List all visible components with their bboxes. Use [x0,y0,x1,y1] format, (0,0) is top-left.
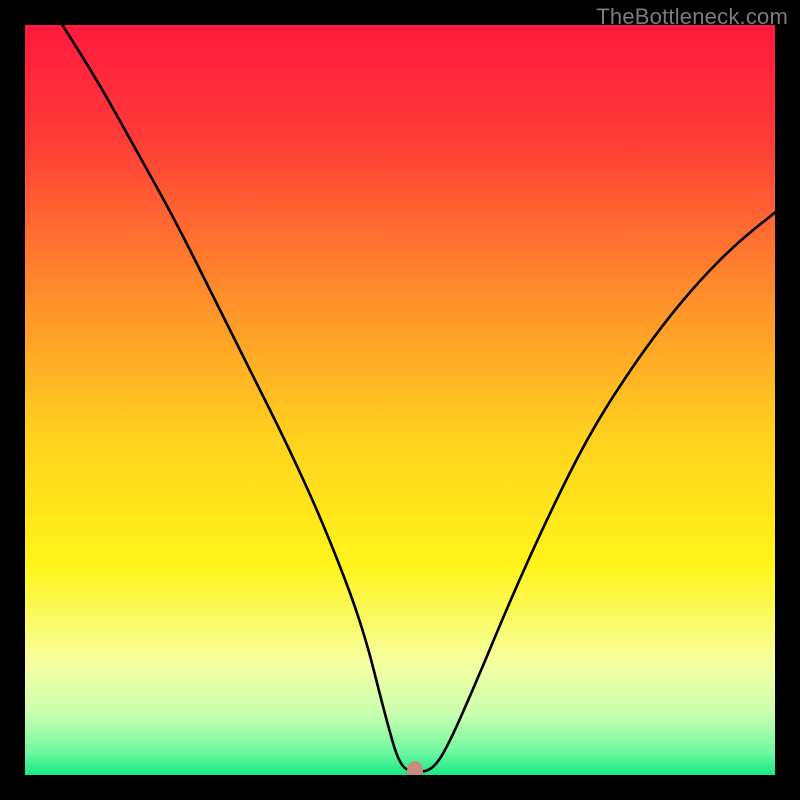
plot-area [25,25,775,775]
chart-frame: TheBottleneck.com [0,0,800,800]
watermark-text: TheBottleneck.com [596,4,788,30]
bottleneck-curve [25,25,775,775]
optimal-point-marker [407,761,423,775]
